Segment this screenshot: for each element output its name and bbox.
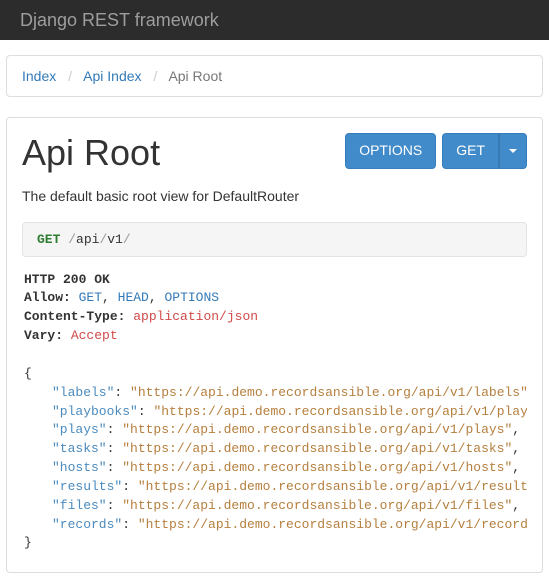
breadcrumb-item-index[interactable]: Index bbox=[22, 68, 56, 84]
json-value-hosts[interactable]: "https://api.demo.recordsansible.org/api… bbox=[122, 460, 512, 475]
page-description: The default basic root view for DefaultR… bbox=[22, 188, 527, 204]
response-block: HTTP 200 OK Allow: GET, HEAD, OPTIONS Cont… bbox=[22, 271, 527, 558]
json-colon: : bbox=[107, 422, 123, 437]
caret-down-icon bbox=[509, 149, 517, 153]
path-segment-api: api bbox=[76, 232, 99, 247]
json-value-results[interactable]: "https://api.demo.recordsansible.org/api… bbox=[138, 479, 527, 494]
json-row: "labels": "https://api.demo.recordsansib… bbox=[24, 384, 525, 403]
json-row: "playbooks": "https://api.demo.recordsan… bbox=[24, 403, 525, 422]
json-value-records[interactable]: "https://api.demo.recordsansible.org/api… bbox=[138, 517, 527, 532]
breadcrumb-separator: / bbox=[60, 68, 80, 84]
breadcrumb-item-api-root: Api Root bbox=[168, 68, 222, 84]
header-row: Api Root OPTIONS GET bbox=[22, 133, 527, 173]
json-brace-open: { bbox=[24, 366, 32, 381]
path-sep: / bbox=[123, 232, 131, 247]
json-colon: : bbox=[114, 385, 130, 400]
json-brace-close: } bbox=[24, 535, 32, 550]
http-status-line: HTTP 200 OK bbox=[24, 272, 110, 287]
header-allow-get: GET bbox=[79, 290, 102, 305]
get-button[interactable]: GET bbox=[442, 133, 499, 169]
json-comma: , bbox=[512, 498, 520, 513]
json-comma: , bbox=[512, 422, 520, 437]
content-area: Index / Api Index / Api Root Api Root OP… bbox=[0, 40, 549, 588]
json-value-labels[interactable]: "https://api.demo.recordsansible.org/api… bbox=[130, 385, 527, 400]
header-vary-value: Accept bbox=[71, 328, 118, 343]
path-sep: / bbox=[68, 232, 76, 247]
json-value-plays[interactable]: "https://api.demo.recordsansible.org/api… bbox=[122, 422, 512, 437]
header-allow-key: Allow: bbox=[24, 290, 71, 305]
json-row: "files": "https://api.demo.recordsansibl… bbox=[24, 497, 525, 516]
json-row: "hosts": "https://api.demo.recordsansibl… bbox=[24, 459, 525, 478]
json-key-files: "files" bbox=[52, 498, 107, 513]
header-allow-head: HEAD bbox=[118, 290, 149, 305]
header-vary-key: Vary: bbox=[24, 328, 63, 343]
path-segment-v1: v1 bbox=[107, 232, 123, 247]
header-content-type-value: application/json bbox=[133, 309, 258, 324]
breadcrumb-link[interactable]: Index bbox=[22, 68, 56, 84]
json-value-playbooks[interactable]: "https://api.demo.recordsansible.org/api… bbox=[153, 404, 527, 419]
json-key-plays: "plays" bbox=[52, 422, 107, 437]
header-sep: , bbox=[149, 290, 165, 305]
json-colon: : bbox=[122, 479, 138, 494]
json-colon: : bbox=[107, 441, 123, 456]
json-key-records: "records" bbox=[52, 517, 122, 532]
navbar-title[interactable]: Django REST framework bbox=[20, 10, 219, 31]
request-line: GET /api/v1/ bbox=[22, 222, 527, 257]
json-colon: : bbox=[138, 404, 154, 419]
json-value-files[interactable]: "https://api.demo.recordsansible.org/api… bbox=[122, 498, 512, 513]
json-comma: , bbox=[512, 441, 520, 456]
json-key-playbooks: "playbooks" bbox=[52, 404, 138, 419]
json-colon: : bbox=[122, 517, 138, 532]
header-sep: , bbox=[102, 290, 118, 305]
json-colon: : bbox=[107, 498, 123, 513]
json-row: "plays": "https://api.demo.recordsansibl… bbox=[24, 421, 525, 440]
json-row: "results": "https://api.demo.recordsansi… bbox=[24, 478, 525, 497]
get-dropdown-toggle[interactable] bbox=[499, 133, 527, 169]
header-content-type-key: Content-Type: bbox=[24, 309, 125, 324]
request-method: GET bbox=[37, 232, 60, 247]
json-key-hosts: "hosts" bbox=[52, 460, 107, 475]
json-row: "records": "https://api.demo.recordsansi… bbox=[24, 516, 525, 535]
json-value-tasks[interactable]: "https://api.demo.recordsansible.org/api… bbox=[122, 441, 512, 456]
options-button[interactable]: OPTIONS bbox=[345, 133, 436, 169]
header-allow-options: OPTIONS bbox=[164, 290, 219, 305]
button-row: OPTIONS GET bbox=[345, 133, 527, 169]
json-comma: , bbox=[512, 460, 520, 475]
breadcrumb: Index / Api Index / Api Root bbox=[6, 55, 543, 97]
breadcrumb-item-api-index[interactable]: Api Index bbox=[83, 68, 141, 84]
json-row: "tasks": "https://api.demo.recordsansibl… bbox=[24, 440, 525, 459]
navbar: Django REST framework bbox=[0, 0, 549, 40]
json-key-labels: "labels" bbox=[52, 385, 114, 400]
page-title: Api Root bbox=[22, 133, 160, 173]
main-panel: Api Root OPTIONS GET The default basic r… bbox=[6, 117, 543, 573]
breadcrumb-separator: / bbox=[145, 68, 165, 84]
json-key-results: "results" bbox=[52, 479, 122, 494]
get-button-group: GET bbox=[442, 133, 527, 169]
json-key-tasks: "tasks" bbox=[52, 441, 107, 456]
breadcrumb-link[interactable]: Api Index bbox=[83, 68, 141, 84]
json-colon: : bbox=[107, 460, 123, 475]
